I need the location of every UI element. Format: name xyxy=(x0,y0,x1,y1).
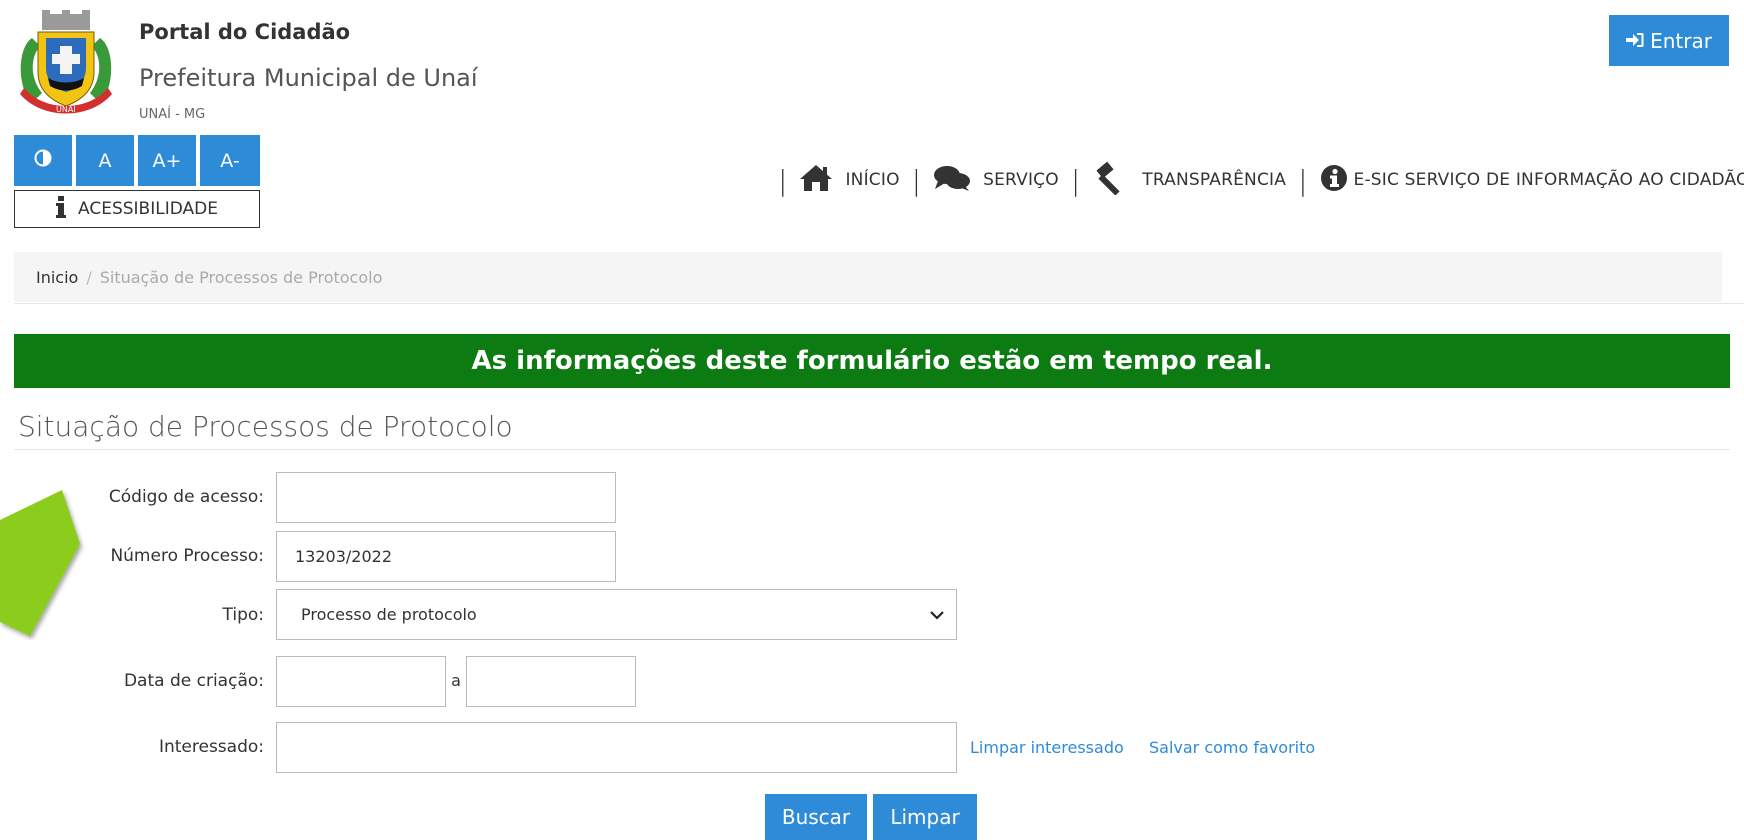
numero-processo-label: Número Processo: xyxy=(110,546,264,566)
sign-in-icon xyxy=(1626,29,1644,53)
login-button[interactable]: Entrar xyxy=(1609,15,1729,66)
chevron-down-icon xyxy=(930,605,944,624)
nav-label-inicio: INÍCIO xyxy=(845,170,900,190)
nav-item-inicio[interactable]: INÍCIO xyxy=(799,164,899,197)
tipo-label: Tipo: xyxy=(222,605,264,625)
limpar-interessado-link[interactable]: Limpar interessado xyxy=(970,738,1124,757)
numero-processo-input[interactable] xyxy=(276,531,616,582)
nav-item-esic[interactable]: E-SIC SERVIÇO DE INFORMAÇÃO AO CIDADÃO xyxy=(1320,164,1744,197)
realtime-info-banner: As informações deste formulário estão em… xyxy=(14,334,1730,388)
accessibility-button[interactable]: ACESSIBILIDADE xyxy=(14,190,260,228)
nav-separator: | xyxy=(911,163,922,197)
data-criacao-from-input[interactable] xyxy=(276,656,446,707)
tipo-selected-value: Processo de protocolo xyxy=(301,605,477,624)
contrast-icon xyxy=(34,149,52,172)
page-title: Situação de Processos de Protocolo xyxy=(18,410,513,443)
divider xyxy=(14,449,1730,450)
info-circle-icon xyxy=(1320,164,1348,197)
nav-separator: | xyxy=(1070,163,1081,197)
accessibility-label: ACESSIBILIDADE xyxy=(78,199,218,219)
interessado-label: Interessado: xyxy=(158,737,264,757)
font-normal-button[interactable]: A xyxy=(76,135,134,186)
divider xyxy=(14,303,1744,304)
interessado-input[interactable] xyxy=(276,722,957,773)
limpar-button[interactable]: Limpar xyxy=(873,794,977,840)
buscar-button[interactable]: Buscar xyxy=(765,794,867,840)
comments-icon xyxy=(933,164,971,197)
nav-label-esic: E-SIC SERVIÇO DE INFORMAÇÃO AO CIDADÃO xyxy=(1353,170,1744,190)
data-range-separator: a xyxy=(451,671,461,690)
breadcrumb-current: Situação de Processos de Protocolo xyxy=(99,267,383,287)
font-increase-button[interactable]: A+ xyxy=(138,135,196,186)
prefecture-name: Prefeitura Municipal de Unaí xyxy=(139,64,478,92)
portal-title: Portal do Cidadão xyxy=(139,20,351,44)
salvar-favorito-link[interactable]: Salvar como favorito xyxy=(1149,738,1315,757)
svg-text:UNAÍ: UNAÍ xyxy=(56,103,76,114)
nav-separator: | xyxy=(1298,163,1308,197)
municipal-coat-of-arms-logo: UNAÍ xyxy=(12,8,120,124)
data-criacao-to-input[interactable] xyxy=(466,656,636,707)
codigo-acesso-label: Código de acesso: xyxy=(108,487,264,507)
info-icon xyxy=(56,195,67,223)
top-navigation: | INÍCIO | SERVIÇO | TRANSPARÊNCIA | E-S… xyxy=(766,156,1744,204)
breadcrumb-separator: / xyxy=(86,267,92,287)
nav-item-servico[interactable]: SERVIÇO xyxy=(933,164,1059,197)
font-decrease-button[interactable]: A- xyxy=(200,135,260,186)
login-label: Entrar xyxy=(1650,28,1712,53)
contrast-button[interactable] xyxy=(14,135,72,186)
nav-item-transparencia[interactable]: TRANSPARÊNCIA xyxy=(1092,161,1286,200)
nav-label-servico: SERVIÇO xyxy=(983,170,1059,190)
gavel-icon xyxy=(1092,161,1130,200)
breadcrumb-home-link[interactable]: Inicio xyxy=(36,268,78,287)
codigo-acesso-input[interactable] xyxy=(276,472,616,523)
nav-label-transparencia: TRANSPARÊNCIA xyxy=(1142,170,1287,190)
home-icon xyxy=(799,164,833,197)
nav-separator: | xyxy=(778,163,788,197)
data-criacao-label: Data de criação: xyxy=(123,671,264,691)
breadcrumb: Inicio / Situação de Processos de Protoc… xyxy=(14,252,1722,302)
city-state: UNAÍ - MG xyxy=(139,107,206,122)
tipo-select[interactable]: Processo de protocolo xyxy=(276,589,957,640)
